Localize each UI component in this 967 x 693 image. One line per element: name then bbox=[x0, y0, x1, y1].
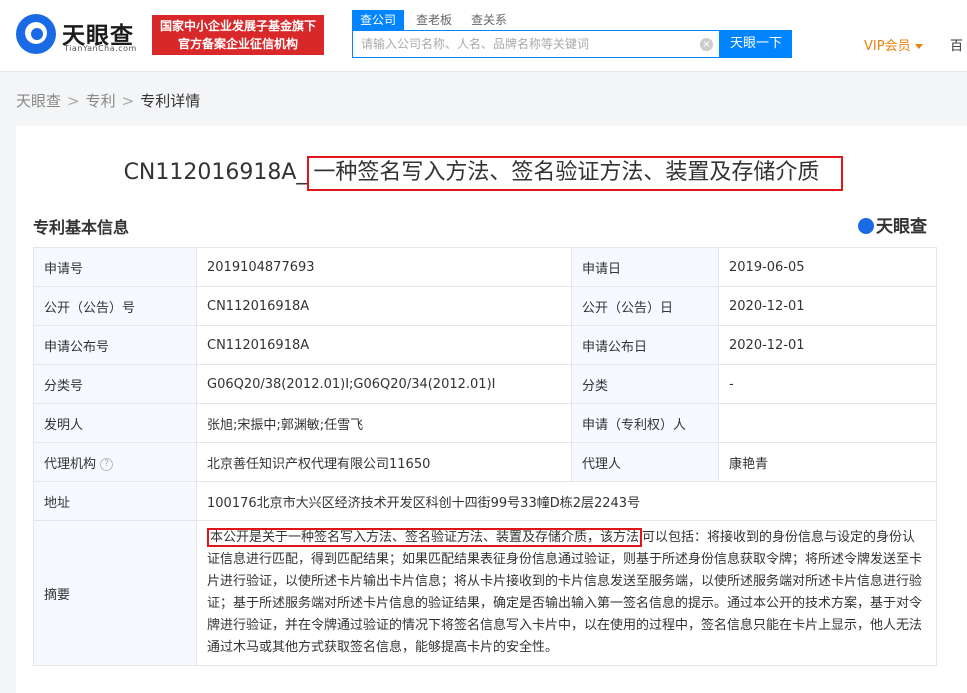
patent-info-table: 申请号 2019104877693 申请日 2019-06-05 公开（公告）号… bbox=[33, 247, 937, 666]
address-value: 100176北京市大兴区经济技术开发区科创十四街99号33幢D栋2层2243号 bbox=[196, 481, 937, 521]
badge-line-1: 国家中小企业发展子基金旗下 bbox=[159, 19, 316, 33]
tab-boss[interactable]: 查老板 bbox=[416, 10, 452, 30]
value-cell: 北京善任知识产权代理有限公司11650 bbox=[196, 442, 572, 482]
abstract-value: 本公开是关于一种签名写入方法、签名验证方法、装置及存储介质，该方法 可以包括：将接… bbox=[196, 520, 937, 666]
table-row: 申请公布号 CN112016918A 申请公布日 2020-12-01 bbox=[33, 325, 937, 365]
title-patent-number: CN112016918A_ bbox=[123, 160, 308, 185]
search-button[interactable]: 天眼一下 bbox=[720, 30, 792, 58]
agency-label: 代理机构 bbox=[44, 456, 97, 472]
table-row: 地址 100176北京市大兴区经济技术开发区科创十四街99号33幢D栋2层224… bbox=[33, 481, 937, 521]
value-cell: 2019-06-05 bbox=[718, 247, 937, 287]
vip-label: VIP会员 bbox=[864, 39, 911, 54]
value-cell: - bbox=[718, 364, 937, 404]
label-cell: 发明人 bbox=[33, 403, 197, 443]
chevron-right-icon: > bbox=[67, 92, 80, 110]
value-cell: CN112016918A bbox=[196, 325, 572, 365]
label-cell: 申请（专利权）人 bbox=[571, 403, 719, 443]
breadcrumb-patent[interactable]: 专利 bbox=[86, 92, 116, 110]
official-badge: 国家中小企业发展子基金旗下 官方备案企业征信机构 bbox=[152, 15, 324, 55]
label-cell: 申请公布日 bbox=[571, 325, 719, 365]
tab-company[interactable]: 查公司 bbox=[352, 10, 405, 30]
top-header: 天眼查 TianYanCha.com 国家中小企业发展子基金旗下 官方备案企业征… bbox=[0, 0, 967, 72]
search-input[interactable] bbox=[353, 31, 683, 57]
vip-menu[interactable]: VIP会员 bbox=[864, 35, 923, 54]
table-row: 申请号 2019104877693 申请日 2019-06-05 bbox=[33, 247, 937, 287]
page-title: CN112016918A_ 一种签名写入方法、签名验证方法、装置及存储介质 bbox=[16, 154, 951, 191]
label-cell: 申请日 bbox=[571, 247, 719, 287]
value-cell: 康艳青 bbox=[718, 442, 937, 482]
brand-watermark: 天眼查 bbox=[858, 212, 927, 237]
value-cell: 2020-12-01 bbox=[718, 286, 937, 326]
label-cell: 代理机构? bbox=[33, 442, 197, 482]
breadcrumb: 天眼查 > 专利 > 专利详情 bbox=[16, 90, 200, 111]
table-row: 发明人 张旭;宋振中;郭渊敏;任雪飞 申请（专利权）人 bbox=[33, 403, 937, 443]
table-row: 代理机构? 北京善任知识产权代理有限公司11650 代理人 康艳青 bbox=[33, 442, 937, 482]
chevron-right-icon: > bbox=[121, 92, 135, 110]
logo-eye-icon bbox=[858, 218, 874, 234]
clear-icon[interactable]: × bbox=[700, 38, 713, 51]
site-logo[interactable]: 天眼查 TianYanCha.com bbox=[16, 14, 146, 58]
label-cell: 摘要 bbox=[33, 520, 197, 666]
logo-eye-icon bbox=[16, 14, 56, 54]
value-cell: G06Q20/38(2012.01)I;G06Q20/34(2012.01)I bbox=[196, 364, 572, 404]
chevron-down-icon bbox=[914, 44, 923, 49]
search-box: × bbox=[352, 30, 720, 58]
label-cell: 分类 bbox=[571, 364, 719, 404]
table-row: 摘要 本公开是关于一种签名写入方法、签名验证方法、装置及存储介质，该方法 可以包括… bbox=[33, 520, 937, 666]
table-row: 分类号 G06Q20/38(2012.01)I;G06Q20/34(2012.0… bbox=[33, 364, 937, 404]
label-cell: 代理人 bbox=[571, 442, 719, 482]
tab-relation[interactable]: 查关系 bbox=[471, 10, 507, 30]
breadcrumb-current: 专利详情 bbox=[140, 92, 201, 110]
abstract-text: 可以包括：将接收到的身份信息与设定的身份认证信息进行匹配，得到匹配结果；如果匹配… bbox=[207, 530, 923, 655]
title-patent-name: 一种签名写入方法、签名验证方法、装置及存储介质 bbox=[307, 156, 844, 191]
value-cell: 2019104877693 bbox=[196, 247, 572, 287]
label-cell: 分类号 bbox=[33, 364, 197, 404]
table-row: 公开（公告）号 CN112016918A 公开（公告）日 2020-12-01 bbox=[33, 286, 937, 326]
patent-card: CN112016918A_ 一种签名写入方法、签名验证方法、装置及存储介质 专利基… bbox=[16, 126, 967, 693]
brand-mark-text: 天眼查 bbox=[876, 217, 927, 237]
label-cell: 申请公布号 bbox=[33, 325, 197, 365]
value-cell: 2020-12-01 bbox=[718, 325, 937, 365]
breadcrumb-home[interactable]: 天眼查 bbox=[16, 92, 61, 110]
value-cell: CN112016918A bbox=[196, 286, 572, 326]
label-cell: 地址 bbox=[33, 481, 197, 521]
value-cell bbox=[718, 403, 937, 443]
header-extra-link[interactable]: 百 bbox=[950, 35, 963, 54]
label-cell: 公开（公告）号 bbox=[33, 286, 197, 326]
label-cell: 申请号 bbox=[33, 247, 197, 287]
logo-domain: TianYanCha.com bbox=[64, 44, 137, 53]
abstract-highlight: 本公开是关于一种签名写入方法、签名验证方法、装置及存储介质，该方法 bbox=[207, 528, 643, 547]
help-icon[interactable]: ? bbox=[100, 457, 114, 471]
value-cell: 张旭;宋振中;郭渊敏;任雪飞 bbox=[196, 403, 572, 443]
section-heading: 专利基本信息 bbox=[33, 218, 130, 237]
label-cell: 公开（公告）日 bbox=[571, 286, 719, 326]
badge-line-2: 官方备案企业征信机构 bbox=[177, 37, 298, 51]
